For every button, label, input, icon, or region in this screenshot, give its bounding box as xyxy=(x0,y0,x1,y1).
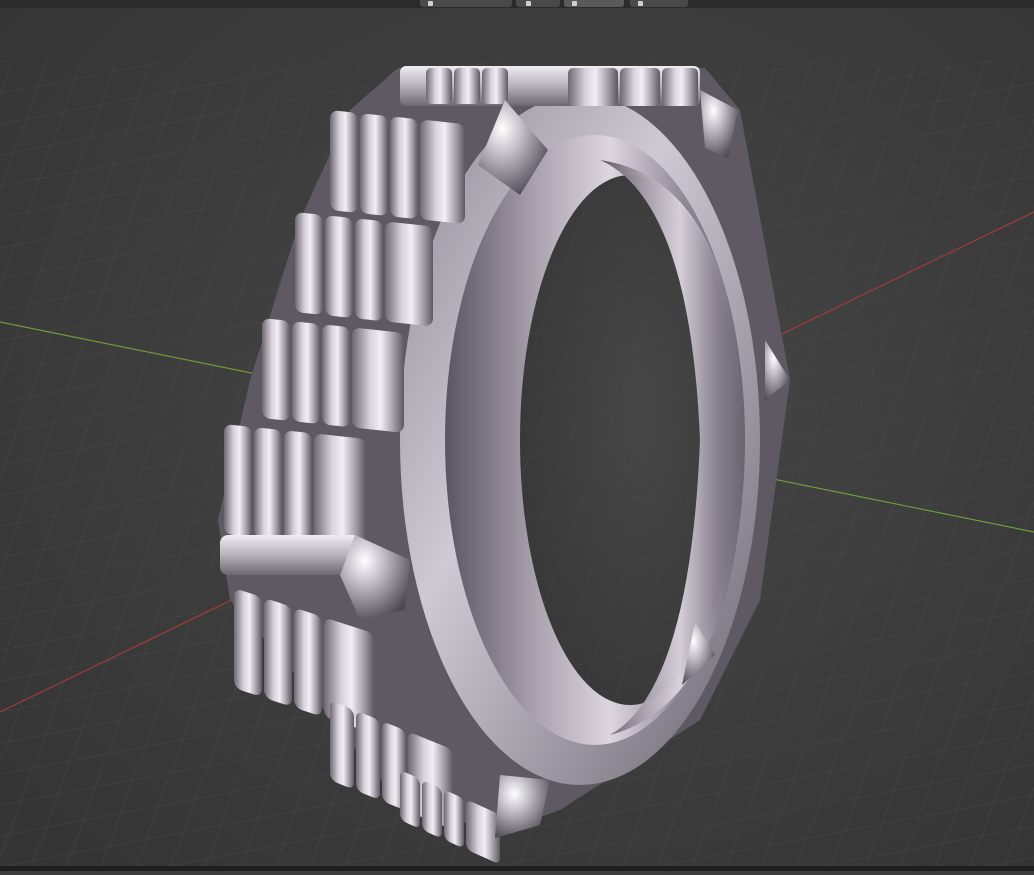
overlay-button[interactable] xyxy=(630,0,688,7)
viewport-bottom-edge xyxy=(0,866,1034,871)
3d-viewport[interactable] xyxy=(0,0,1034,871)
viewport-canvas[interactable] xyxy=(0,0,1034,871)
proportional-editing-button[interactable] xyxy=(564,0,624,7)
viewport-shading-button[interactable] xyxy=(420,0,512,7)
snap-icon xyxy=(526,1,531,6)
viewport-header xyxy=(0,0,1034,8)
viewport-shading-icon xyxy=(428,1,433,6)
overlay-icon xyxy=(638,1,643,6)
proportional-editing-icon xyxy=(572,1,577,6)
snap-button[interactable] xyxy=(516,0,560,7)
